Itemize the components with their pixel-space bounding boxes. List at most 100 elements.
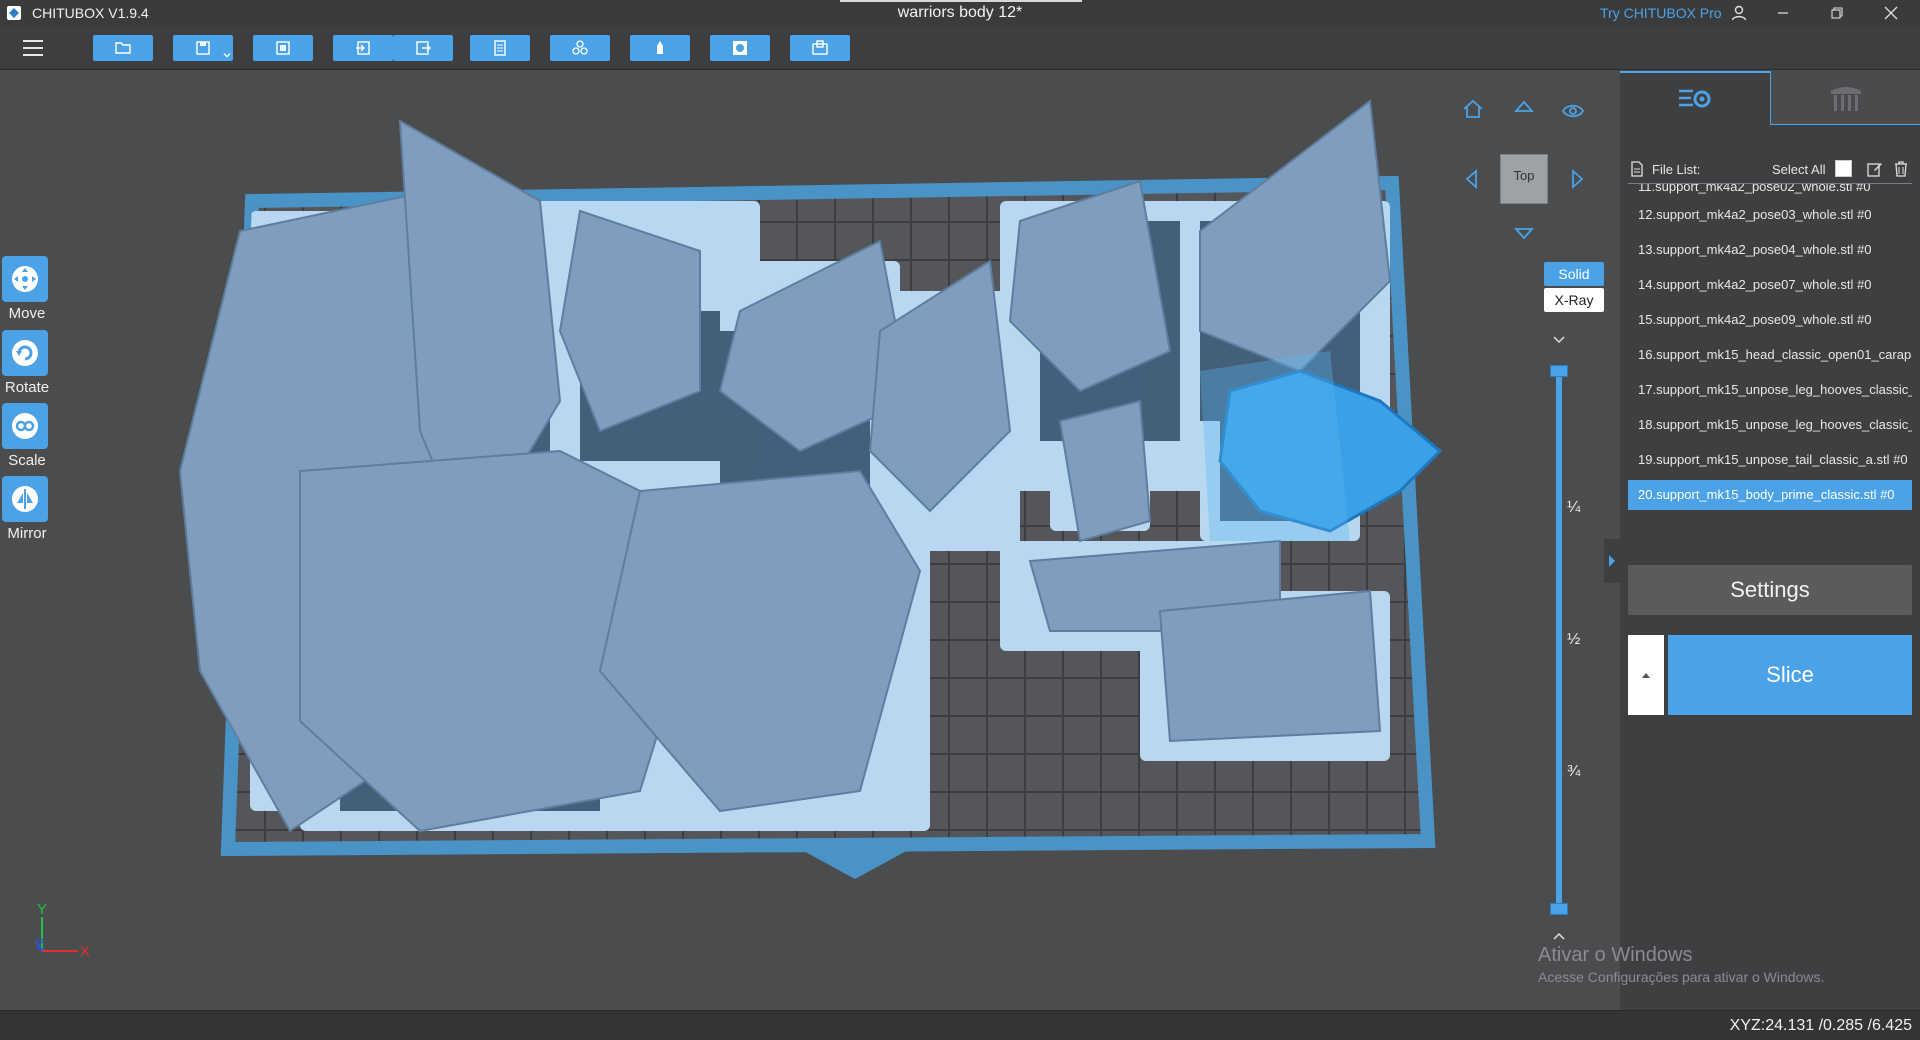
move-tool-button[interactable]: [2, 256, 48, 302]
restore-button[interactable]: [1814, 0, 1860, 26]
import-button[interactable]: [333, 35, 393, 61]
move-icon: [12, 266, 38, 292]
layer-slider-track[interactable]: [1556, 371, 1562, 915]
try-pro-link[interactable]: Try CHITUBOX Pro: [1600, 5, 1722, 21]
arrow-left-icon[interactable]: [1460, 167, 1484, 191]
save-button[interactable]: [173, 35, 233, 61]
chevron-up-icon[interactable]: [1552, 931, 1566, 941]
slice-button[interactable]: Slice: [1668, 635, 1912, 715]
hollow-icon: [733, 41, 747, 55]
layer-slider-bottom-handle[interactable]: [1550, 903, 1568, 915]
layer-mark-three-quarter: ¾: [1567, 763, 1581, 780]
file-list-label: File List:: [1652, 162, 1701, 177]
axis-gizmo: Y Z X: [35, 901, 90, 960]
rotate-tool[interactable]: Rotate: [2, 330, 50, 396]
minimize-button[interactable]: [1760, 0, 1806, 26]
solid-mode-button[interactable]: Solid: [1544, 262, 1604, 286]
file-list-item[interactable]: 19.support_mk15_unpose_tail_classic_a.st…: [1628, 442, 1912, 477]
file-list-item-selected[interactable]: 20.support_mk15_body_prime_classic.stl #…: [1628, 480, 1912, 510]
rotate-tool-button[interactable]: [2, 330, 48, 376]
panel-collapse-toggle[interactable]: [1604, 539, 1620, 583]
mirror-tool[interactable]: Mirror: [2, 476, 50, 542]
scale-tool[interactable]: Scale: [2, 403, 50, 469]
trash-icon[interactable]: [1892, 160, 1910, 178]
move-tool[interactable]: Move: [2, 256, 50, 322]
coordinates-readout: XYZ:24.131 /0.285 /6.425: [1729, 1017, 1912, 1034]
box-icon: [812, 40, 828, 55]
frame-icon: [276, 41, 290, 55]
view-top-label: Top: [1513, 168, 1535, 183]
close-icon: [1884, 6, 1898, 20]
right-panel: File List: Select All 11.support_mk4a2_p…: [1604, 71, 1920, 1010]
minimize-icon: [1778, 12, 1788, 14]
axis-y-label: Y: [37, 901, 47, 918]
file-list-item[interactable]: 11.support_mk4a2_pose02_whole.stl #0: [1628, 183, 1912, 197]
view-cube-top[interactable]: Top: [1500, 154, 1548, 204]
support-icon: [657, 41, 663, 54]
file-list-header: File List: Select All: [1630, 159, 1914, 181]
hollow-button[interactable]: [710, 35, 770, 61]
caret-up-icon: [1642, 673, 1650, 678]
scale-tool-button[interactable]: [2, 403, 48, 449]
scale-label: Scale: [8, 452, 46, 469]
tab-supports[interactable]: [1770, 71, 1920, 125]
3d-viewport[interactable]: Move Rotate Scale Mirror Top Solid X-Ray…: [0, 71, 1620, 1010]
chevron-down-icon: [223, 52, 231, 58]
arrange-icon: [572, 40, 588, 55]
title-bar: CHITUBOX V1.9.4 warriors body 12* Try CH…: [0, 0, 1920, 26]
build-plate[interactable]: [0, 71, 1620, 1010]
file-list-item[interactable]: 12.support_mk4a2_pose03_whole.stl #0: [1628, 197, 1912, 232]
close-button[interactable]: [1868, 0, 1914, 26]
chitubox-logo-icon: [7, 6, 21, 20]
chevron-right-icon: [1609, 555, 1615, 567]
activation-subtitle: Acesse Configurações para ativar o Windo…: [1538, 969, 1825, 985]
axis-z-label: Z: [36, 936, 45, 953]
file-list[interactable]: 11.support_mk4a2_pose02_whole.stl #0 12.…: [1628, 183, 1912, 603]
settings-button[interactable]: Settings: [1628, 565, 1912, 615]
slice-options-button[interactable]: [1628, 635, 1664, 715]
edit-icon[interactable]: [1866, 160, 1884, 178]
mirror-icon: [12, 486, 38, 512]
dig-hole-button[interactable]: [790, 35, 850, 61]
xray-mode-button[interactable]: X-Ray: [1544, 288, 1604, 312]
layer-slider-top-handle[interactable]: [1550, 365, 1568, 377]
mirror-tool-button[interactable]: [2, 476, 48, 522]
move-label: Move: [8, 305, 46, 322]
arrow-right-icon[interactable]: [1565, 167, 1589, 191]
rotate-icon: [12, 340, 38, 366]
arrow-down-icon[interactable]: [1512, 221, 1536, 245]
open-file-button[interactable]: [93, 35, 153, 61]
support-button[interactable]: [630, 35, 690, 61]
file-list-item[interactable]: 14.support_mk4a2_pose07_whole.stl #0: [1628, 267, 1912, 302]
home-icon[interactable]: [1461, 97, 1485, 121]
layer-mark-quarter: ¼: [1567, 499, 1581, 516]
arrow-up-icon[interactable]: [1512, 95, 1536, 119]
export-button[interactable]: [393, 35, 453, 61]
app-name: CHITUBOX V1.9.4: [32, 5, 149, 21]
supports-icon: [1830, 86, 1861, 111]
scale-icon: [12, 413, 38, 439]
panel-tabs: [1620, 71, 1920, 125]
layers-button[interactable]: [470, 35, 530, 61]
screenshot-button[interactable]: [253, 35, 313, 61]
rotate-label: Rotate: [4, 379, 50, 396]
chevron-down-icon[interactable]: [1552, 335, 1566, 345]
select-all-checkbox[interactable]: [1835, 160, 1852, 177]
file-list-item[interactable]: 13.support_mk4a2_pose04_whole.stl #0: [1628, 232, 1912, 267]
folder-icon: [115, 42, 131, 54]
mirror-label: Mirror: [7, 525, 47, 542]
user-icon[interactable]: [1730, 4, 1748, 22]
file-list-item[interactable]: 16.support_mk15_head_classic_open01_cara…: [1628, 337, 1912, 372]
file-icon: [1631, 161, 1643, 177]
eye-icon[interactable]: [1561, 99, 1585, 123]
import-icon: [356, 41, 370, 55]
file-list-item[interactable]: 18.support_mk15_unpose_leg_hooves_classi…: [1628, 407, 1912, 442]
windows-activation-watermark: Ativar o Windows Acesse Configurações pa…: [1538, 944, 1824, 985]
document-icon: [494, 40, 506, 56]
hamburger-menu-icon[interactable]: [22, 37, 44, 59]
file-list-item[interactable]: 15.support_mk4a2_pose09_whole.stl #0: [1628, 302, 1912, 337]
select-all-label: Select All: [1772, 162, 1826, 177]
arrange-button[interactable]: [550, 35, 610, 61]
tab-model-settings[interactable]: [1620, 71, 1770, 125]
file-list-item[interactable]: 17.support_mk15_unpose_leg_hooves_classi…: [1628, 372, 1912, 407]
